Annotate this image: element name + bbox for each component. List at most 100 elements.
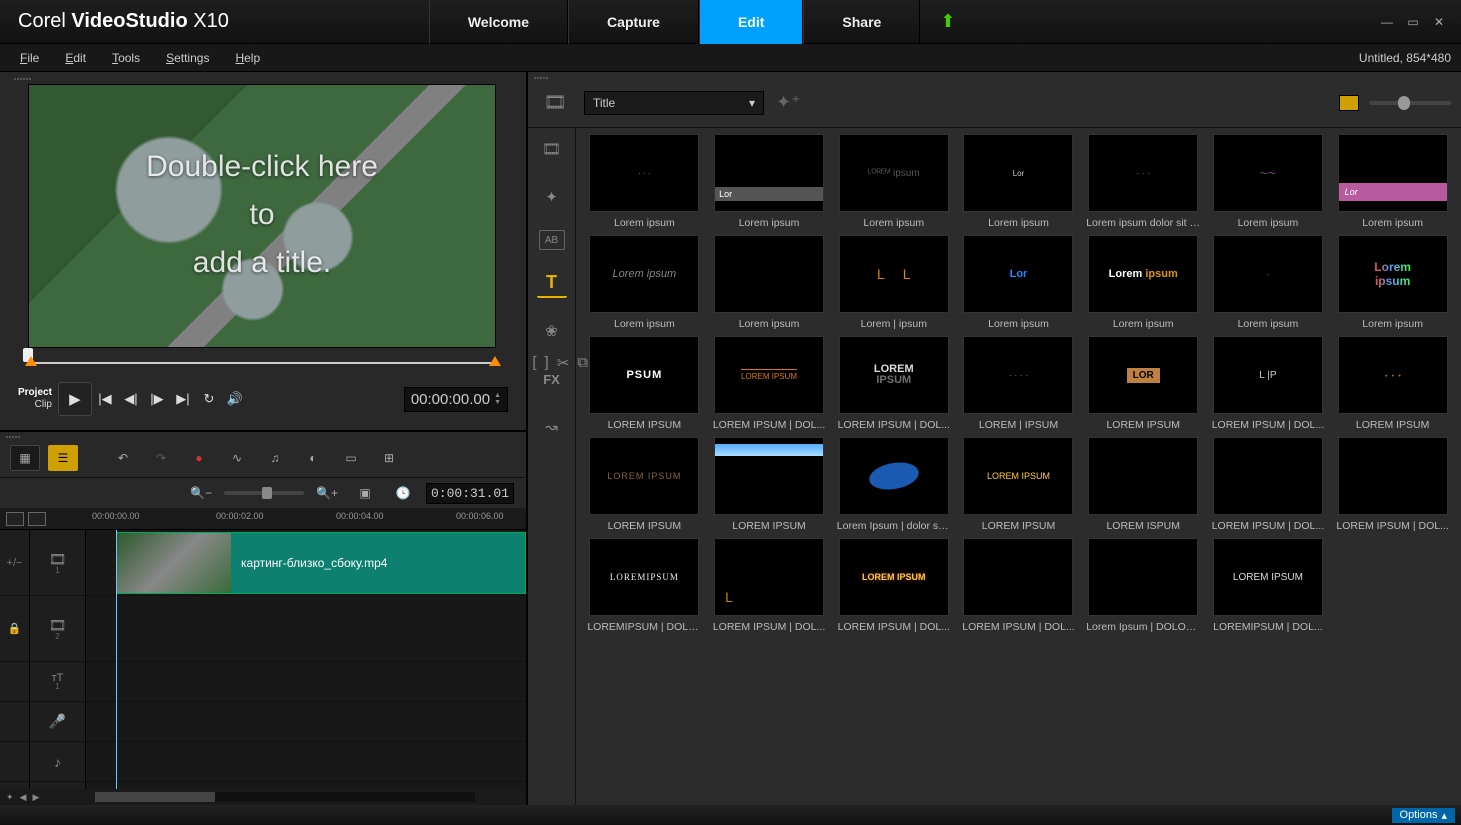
undo-button[interactable]: ↶ bbox=[108, 445, 138, 471]
options-button[interactable]: Options▴ bbox=[1392, 808, 1455, 823]
go-start-button[interactable]: |◀ bbox=[92, 386, 118, 412]
overlay-lane[interactable] bbox=[86, 596, 526, 662]
library-item[interactable]: ～～ Lorem ipsum bbox=[1210, 134, 1327, 229]
track-lock-icon[interactable] bbox=[0, 662, 29, 702]
library-item[interactable]: Lor Lorem ipsum bbox=[960, 235, 1077, 330]
mark-in-icon[interactable] bbox=[25, 356, 37, 366]
library-media-icon[interactable]: 🎞 bbox=[544, 92, 567, 113]
menu-help[interactable]: Help bbox=[235, 51, 260, 65]
upgrade-icon[interactable]: ⬆ bbox=[940, 11, 955, 32]
step-fwd-button[interactable]: |▶ bbox=[144, 386, 170, 412]
video-clip[interactable]: картинг-близко_сбоку.mp4 bbox=[116, 532, 526, 594]
library-item[interactable]: LOREMIPSUM LOREMIPSUM | DOLO... bbox=[586, 538, 703, 633]
library-item[interactable]: Lor Lorem ipsum bbox=[1334, 134, 1451, 229]
tab-share[interactable]: Share bbox=[803, 0, 920, 44]
timeline-view-button[interactable]: ☰ bbox=[48, 445, 78, 471]
auto-music-button[interactable]: ♫ bbox=[260, 445, 290, 471]
library-item[interactable]: PSUM LOREM IPSUM bbox=[586, 336, 703, 431]
music-track-head[interactable]: ♪ bbox=[30, 742, 85, 782]
library-item[interactable]: · · · · LOREM | IPSUM bbox=[960, 336, 1077, 431]
voice-track-head[interactable]: 🎤 bbox=[30, 702, 85, 742]
step-back-button[interactable]: ◀| bbox=[118, 386, 144, 412]
library-item[interactable]: · · · Lorem ipsum dolor sit a... bbox=[1085, 134, 1202, 229]
timecode-display[interactable]: 00:00:00.00 ▲▼ bbox=[404, 387, 508, 412]
ruler-mode-icon[interactable] bbox=[6, 512, 24, 526]
library-item[interactable]: LOREM ISPUM bbox=[1085, 437, 1202, 532]
repeat-button[interactable]: ↻ bbox=[196, 386, 222, 412]
panel-grip[interactable] bbox=[8, 76, 518, 82]
tab-welcome[interactable]: Welcome bbox=[429, 0, 568, 44]
cat-path-icon[interactable]: ↝ bbox=[537, 412, 567, 442]
split-clip-icon[interactable]: ⧉ bbox=[577, 354, 588, 372]
library-item[interactable]: Lorem ipsum Lorem ipsum bbox=[586, 235, 703, 330]
cat-media-icon[interactable]: 🎞 bbox=[537, 134, 567, 164]
thumbnail-size-slider[interactable] bbox=[1369, 101, 1451, 105]
library-item[interactable]: Lorem ipsum Lorem ipsum bbox=[1085, 235, 1202, 330]
library-item[interactable]: LOREM IPSUM | DOL... bbox=[960, 538, 1077, 633]
menu-tools[interactable]: Tools bbox=[112, 51, 140, 65]
library-item[interactable]: Lorem Ipsum | DOLOR ... bbox=[1085, 538, 1202, 633]
scrollbar-thumb[interactable] bbox=[95, 792, 215, 802]
preview-window[interactable]: Double-click here to add a title. bbox=[28, 84, 496, 348]
library-item[interactable]: LOREM IPSUM LOREM IPSUM bbox=[960, 437, 1077, 532]
bracket-out-icon[interactable]: ] bbox=[545, 354, 549, 372]
title-lane[interactable] bbox=[86, 662, 526, 702]
tab-capture[interactable]: Capture bbox=[568, 0, 699, 44]
add-track-icon[interactable]: ✦ bbox=[6, 792, 14, 803]
subtitle-button[interactable]: ▭ bbox=[336, 445, 366, 471]
multi-view-button[interactable]: ⊞ bbox=[374, 445, 404, 471]
favorite-add-icon[interactable]: ✦⁺ bbox=[776, 92, 801, 113]
storyboard-view-button[interactable]: ▦ bbox=[10, 445, 40, 471]
library-item[interactable]: LOREM IPSUM LOREMIPSUM | DOL... bbox=[1210, 538, 1327, 633]
overlay-track-head[interactable]: 🎞2 bbox=[30, 596, 85, 662]
timeline-ruler[interactable]: 00:00:00.00 00:00:02.00 00:00:04.00 00:0… bbox=[0, 508, 526, 530]
play-button[interactable]: ▶ bbox=[58, 382, 92, 416]
playhead-line[interactable] bbox=[116, 530, 117, 789]
cat-graphic-icon[interactable]: ❀ bbox=[537, 316, 567, 346]
timeline-lanes[interactable]: картинг-близко_сбоку.mp4 bbox=[86, 530, 526, 789]
title-track-head[interactable]: ᴛT1 bbox=[30, 662, 85, 702]
maximize-button[interactable]: ▭ bbox=[1405, 14, 1421, 30]
menu-settings[interactable]: Settings bbox=[166, 51, 209, 65]
motion-tracking-button[interactable]: ◐ bbox=[298, 445, 328, 471]
zoom-in-button[interactable]: 🔍+ bbox=[312, 480, 342, 506]
play-mode-toggle[interactable]: Project Clip bbox=[18, 387, 52, 411]
volume-button[interactable]: 🔊 bbox=[222, 386, 248, 412]
scroll-right-icon[interactable]: ▶ bbox=[32, 792, 39, 803]
track-lock-icon[interactable]: 🔒 bbox=[0, 596, 29, 662]
ruler-mode-icon-2[interactable] bbox=[28, 512, 46, 526]
bracket-in-icon[interactable]: [ bbox=[532, 354, 536, 372]
library-item[interactable]: ᴸᴼᴿᴱᴹ ipsum Lorem ipsum bbox=[835, 134, 952, 229]
library-item[interactable]: LOREM IPSUM LOREM IPSUM bbox=[586, 437, 703, 532]
library-item[interactable]: ⋰ LOREM IPSUM bbox=[1334, 336, 1451, 431]
library-item[interactable]: · Lorem ipsum bbox=[1210, 235, 1327, 330]
cat-title-icon[interactable]: T bbox=[537, 268, 567, 298]
library-item[interactable]: Lor Lorem ipsum bbox=[960, 134, 1077, 229]
timeline-scrollbar[interactable]: ✦ ◀ ▶ bbox=[0, 789, 526, 805]
library-item[interactable]: L |P LOREM IPSUM | DOL... bbox=[1210, 336, 1327, 431]
go-end-button[interactable]: ▶| bbox=[170, 386, 196, 412]
library-item[interactable]: Loremipsum Lorem ipsum bbox=[1334, 235, 1451, 330]
zoom-slider[interactable] bbox=[224, 491, 304, 495]
library-item[interactable]: LOREM IPSUM LOREM IPSUM | DOL... bbox=[711, 336, 828, 431]
library-item[interactable]: LOREM IPSUM bbox=[711, 437, 828, 532]
library-item[interactable]: LOREMIPSUM LOREM IPSUM | DOL... bbox=[835, 336, 952, 431]
minimize-button[interactable]: — bbox=[1379, 14, 1395, 30]
voice-lane[interactable] bbox=[86, 702, 526, 742]
zoom-out-button[interactable]: 🔍− bbox=[186, 480, 216, 506]
close-button[interactable]: ✕ bbox=[1431, 14, 1447, 30]
library-item[interactable]: LOREM IPSUM | DOL... bbox=[1210, 437, 1327, 532]
timecode-spinner[interactable]: ▲▼ bbox=[494, 392, 501, 406]
thumbnail-view-button[interactable] bbox=[1339, 95, 1359, 111]
video-lane[interactable]: картинг-близко_сбоку.mp4 bbox=[86, 530, 526, 596]
category-dropdown[interactable]: Title▾ bbox=[584, 91, 764, 115]
music-lane[interactable] bbox=[86, 742, 526, 782]
library-item[interactable]: L LOREM IPSUM | DOL... bbox=[711, 538, 828, 633]
record-button[interactable]: ● bbox=[184, 445, 214, 471]
mark-out-icon[interactable] bbox=[489, 356, 501, 366]
scroll-left-icon[interactable]: ◀ bbox=[20, 792, 27, 803]
menu-file[interactable]: File bbox=[20, 51, 39, 65]
library-item[interactable]: Lorem ipsum bbox=[711, 235, 828, 330]
cat-ab-icon[interactable]: AB bbox=[539, 230, 565, 250]
library-item[interactable]: LOR LOREM IPSUM bbox=[1085, 336, 1202, 431]
